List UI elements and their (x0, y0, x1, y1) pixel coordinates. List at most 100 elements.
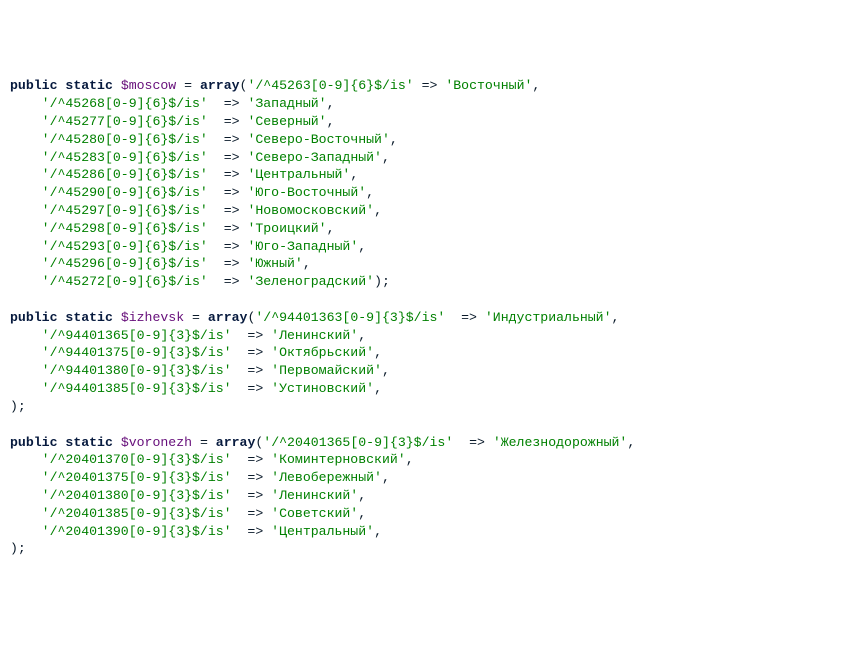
arrow-op: => (224, 203, 240, 218)
array-key: '/^45297[0-9]{6}$/is' (42, 203, 208, 218)
comma: , (303, 256, 311, 271)
equals: = (192, 435, 216, 450)
array-key: '/^94401365[0-9]{3}$/is' (42, 328, 232, 343)
array-key: '/^20401365[0-9]{3}$/is' (263, 435, 453, 450)
keyword-public: public (10, 310, 57, 325)
array-key: '/^45263[0-9]{6}$/is' (247, 78, 413, 93)
array-value: 'Устиновский' (271, 381, 374, 396)
comma: , (358, 328, 366, 343)
comma: , (406, 452, 414, 467)
code-line: '/^45283[0-9]{6}$/is' => 'Северо-Западны… (10, 150, 390, 165)
arrow-op: => (247, 524, 263, 539)
array-key: '/^45277[0-9]{6}$/is' (42, 114, 208, 129)
code-line: '/^45297[0-9]{6}$/is' => 'Новомосковский… (10, 203, 382, 218)
code-line: '/^45298[0-9]{6}$/is' => 'Троицкий', (10, 221, 335, 236)
array-key: '/^20401370[0-9]{3}$/is' (42, 452, 232, 467)
arrow-op: => (224, 132, 240, 147)
array-value: 'Юго-Восточный' (247, 185, 366, 200)
comma: , (532, 78, 540, 93)
code-line: '/^94401375[0-9]{3}$/is' => 'Октябрьский… (10, 345, 382, 360)
arrow-op: => (461, 310, 477, 325)
array-key: '/^45283[0-9]{6}$/is' (42, 150, 208, 165)
array-key: '/^45280[0-9]{6}$/is' (42, 132, 208, 147)
arrow-op: => (224, 221, 240, 236)
arrow-op: => (224, 256, 240, 271)
array-value: 'Центральный' (247, 167, 350, 182)
array-value: 'Северо-Западный' (247, 150, 382, 165)
keyword-static: static (65, 310, 112, 325)
code-line: '/^94401365[0-9]{3}$/is' => 'Ленинский', (10, 328, 366, 343)
comma: , (374, 203, 382, 218)
array-key: '/^94401375[0-9]{3}$/is' (42, 345, 232, 360)
code-line: '/^45280[0-9]{6}$/is' => 'Северо-Восточн… (10, 132, 398, 147)
keyword-public: public (10, 435, 57, 450)
keyword-public: public (10, 78, 57, 93)
comma: , (327, 114, 335, 129)
comma: , (382, 150, 390, 165)
array-value: 'Ленинский' (271, 488, 358, 503)
code-line: public static $izhevsk = array('/^944013… (10, 310, 619, 325)
array-value: 'Зеленоградский' (247, 274, 374, 289)
arrow-op: => (247, 470, 263, 485)
code-line: '/^45293[0-9]{6}$/is' => 'Юго-Западный', (10, 239, 366, 254)
array-value: 'Центральный' (271, 524, 374, 539)
arrow-op: => (247, 328, 263, 343)
array-value: 'Юго-Западный' (247, 239, 358, 254)
code-line: public static $moscow = array('/^45263[0… (10, 78, 540, 93)
comma: , (390, 132, 398, 147)
arrow-op: => (224, 274, 240, 289)
close-paren-semi: ); (10, 399, 26, 414)
array-key: '/^94401380[0-9]{3}$/is' (42, 363, 232, 378)
array-value: 'Первомайский' (271, 363, 382, 378)
equals: = (176, 78, 200, 93)
code-line: '/^20401390[0-9]{3}$/is' => 'Центральный… (10, 524, 382, 539)
arrow-op: => (469, 435, 485, 450)
comma: , (374, 345, 382, 360)
array-key: '/^45298[0-9]{6}$/is' (42, 221, 208, 236)
code-line: '/^20401375[0-9]{3}$/is' => 'Левобережны… (10, 470, 390, 485)
array-value: 'Железнодорожный' (493, 435, 628, 450)
array-key: '/^45296[0-9]{6}$/is' (42, 256, 208, 271)
arrow-op: => (247, 363, 263, 378)
array-value: 'Ленинский' (271, 328, 358, 343)
code-line: '/^45290[0-9]{6}$/is' => 'Юго-Восточный'… (10, 185, 374, 200)
array-value: 'Восточный' (445, 78, 532, 93)
array-key: '/^45272[0-9]{6}$/is' (42, 274, 208, 289)
arrow-op: => (224, 96, 240, 111)
array-call: array (200, 78, 240, 93)
comma: , (612, 310, 620, 325)
array-key: '/^45286[0-9]{6}$/is' (42, 167, 208, 182)
code-line: '/^45272[0-9]{6}$/is' => 'Зеленоградский… (10, 274, 390, 289)
array-value: 'Северо-Восточный' (247, 132, 389, 147)
array-value: 'Индустриальный' (485, 310, 612, 325)
array-key: '/^94401385[0-9]{3}$/is' (42, 381, 232, 396)
code-line: public static $voronezh = array('/^20401… (10, 435, 635, 450)
array-key: '/^45293[0-9]{6}$/is' (42, 239, 208, 254)
array-key: '/^45268[0-9]{6}$/is' (42, 96, 208, 111)
array-key: '/^20401375[0-9]{3}$/is' (42, 470, 232, 485)
array-value: 'Южный' (247, 256, 302, 271)
comma: , (358, 239, 366, 254)
comma: , (374, 524, 382, 539)
array-call: array (208, 310, 248, 325)
comma: , (350, 167, 358, 182)
array-key: '/^45290[0-9]{6}$/is' (42, 185, 208, 200)
array-key: '/^20401385[0-9]{3}$/is' (42, 506, 232, 521)
arrow-op: => (247, 488, 263, 503)
array-value: 'Новомосковский' (247, 203, 374, 218)
arrow-op: => (224, 167, 240, 182)
arrow-op: => (224, 239, 240, 254)
code-line: '/^20401385[0-9]{3}$/is' => 'Советский', (10, 506, 366, 521)
comma: , (382, 363, 390, 378)
array-value: 'Западный' (247, 96, 326, 111)
array-value: 'Коминтерновский' (271, 452, 406, 467)
arrow-op: => (224, 150, 240, 165)
array-value: 'Троицкий' (247, 221, 326, 236)
array-call: array (216, 435, 256, 450)
keyword-static: static (65, 435, 112, 450)
array-value: 'Левобережный' (271, 470, 382, 485)
comma: , (358, 488, 366, 503)
code-line: '/^94401380[0-9]{3}$/is' => 'Первомайски… (10, 363, 390, 378)
comma: , (374, 381, 382, 396)
equals: = (184, 310, 208, 325)
